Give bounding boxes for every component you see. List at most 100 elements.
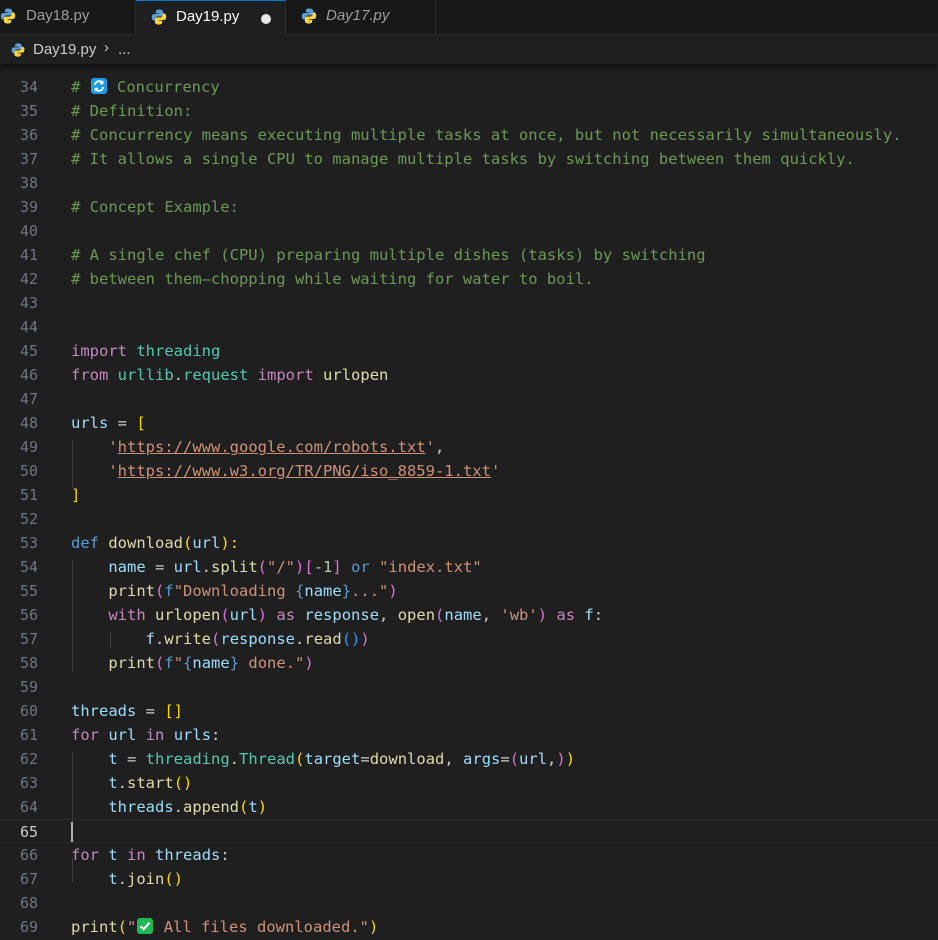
code-text: 'https://www.w3.org/TR/PNG/iso_8859-1.tx… (71, 459, 500, 483)
code-line[interactable]: 45 import threading (0, 339, 938, 363)
line-number: 62 (19, 750, 38, 768)
code-token: as (276, 606, 296, 624)
line-number: 68 (19, 894, 38, 912)
code-line[interactable]: 57 f.write(response.read()) (0, 627, 938, 651)
breadcrumb-more[interactable]: ... (118, 41, 131, 58)
code-line[interactable]: 36 # Concurrency means executing multiple… (0, 123, 938, 147)
code-token: . (201, 558, 211, 576)
code-token: write (164, 630, 212, 648)
code-line[interactable]: 56 with urlopen(url) as response, open(n… (0, 603, 938, 627)
code-token: f (584, 606, 594, 624)
code-line[interactable]: 64 threads.append(t) (0, 795, 938, 819)
code-token: join (127, 870, 165, 888)
code-token: . (229, 750, 240, 768)
code-token: # It allows a single CPU to manage multi… (71, 150, 855, 168)
code-token: # between them—chopping while waiting fo… (71, 270, 594, 288)
code-line[interactable]: 43 (0, 291, 938, 315)
tab-day18[interactable]: Day18.py (0, 0, 136, 35)
code-token: ) (257, 606, 268, 624)
code-line[interactable]: 68 (0, 891, 938, 915)
code-text: import threading (71, 339, 220, 363)
code-text: name = url.split("/")[-1] or "index.txt" (71, 555, 481, 579)
code-line[interactable]: 65 (0, 819, 938, 843)
python-icon (301, 8, 317, 24)
code-line[interactable]: 49 'https://www.google.com/robots.txt', (0, 435, 938, 459)
code-text: ] (71, 483, 80, 507)
code-line[interactable]: 50 'https://www.w3.org/TR/PNG/iso_8859-1… (0, 459, 938, 483)
code-line[interactable]: 35 # Definition: (0, 99, 938, 123)
code-line[interactable]: 66 for t in threads: (0, 843, 938, 867)
code-line[interactable]: 48 urls = [ (0, 411, 938, 435)
code-token: t (108, 846, 118, 864)
code-token: ) (388, 582, 398, 600)
line-number: 66 (19, 846, 38, 864)
unsaved-dot-icon[interactable] (261, 14, 271, 24)
code-token: . (155, 630, 165, 648)
tab-day19[interactable]: Day19.py (136, 0, 286, 36)
line-number: 39 (19, 198, 38, 216)
code-line[interactable]: 58 print(f"{name} done.") (0, 651, 938, 675)
line-number: 55 (19, 582, 38, 600)
code-line[interactable]: 38 (0, 171, 938, 195)
code-line[interactable]: 46 from urllib.request import urlopen (0, 363, 938, 387)
code-line[interactable]: 52 (0, 507, 938, 531)
tab-day17[interactable]: Day17.py (286, 0, 436, 35)
chevron-right-icon: › (104, 39, 109, 56)
code-token: ( (117, 918, 128, 936)
line-number: 43 (19, 294, 38, 312)
code-token: ( (239, 798, 249, 816)
code-line[interactable]: 60 threads = [] (0, 699, 938, 723)
code-token: ' (108, 462, 118, 480)
code-token: ( (211, 630, 221, 648)
code-token: import (257, 366, 314, 384)
code-token: ) (369, 918, 379, 936)
code-token: request (183, 366, 249, 384)
code-line[interactable]: 44 (0, 315, 938, 339)
code-line[interactable]: 47 (0, 387, 938, 411)
code-line[interactable]: 69 print(" All files downloaded.") (0, 915, 938, 939)
code-line[interactable]: 51] (0, 483, 938, 507)
tab-label: Day17.py (326, 7, 390, 24)
code-token: = (360, 750, 370, 768)
code-token: print (108, 582, 155, 600)
code-line[interactable]: 59 (0, 675, 938, 699)
line-number: 41 (19, 246, 38, 264)
code-line[interactable]: 39 # Concept Example: (0, 195, 938, 219)
line-number: 63 (19, 774, 38, 792)
code-line[interactable]: 42 # between them—chopping while waiting … (0, 267, 938, 291)
line-number: 44 (19, 318, 38, 336)
code-line[interactable]: 63 t.start() (0, 771, 938, 795)
code-line[interactable]: 41 # A single chef (CPU) preparing multip… (0, 243, 938, 267)
code-line[interactable]: 62 t = threading.Thread(target=download,… (0, 747, 938, 771)
code-line[interactable]: 54 name = url.split("/")[-1] or "index.t… (0, 555, 938, 579)
code-token: open (397, 606, 436, 624)
code-line[interactable]: 53 def download(url): (0, 531, 938, 555)
code-text: f.write(response.read()) (71, 627, 370, 651)
code-line[interactable]: 67 t.join() (0, 867, 938, 891)
code-line[interactable]: 40 (0, 219, 938, 243)
code-token: threading (136, 342, 221, 360)
breadcrumb-file[interactable]: Day19.py (33, 41, 96, 58)
code-token: ): (220, 534, 240, 552)
code-line[interactable]: 34 # Concurrency (0, 75, 938, 99)
code-token: ) (556, 750, 566, 768)
code-line[interactable]: 55 print(f"Downloading {name}...") (0, 579, 938, 603)
line-number: 58 (19, 654, 38, 672)
line-number: 49 (19, 438, 38, 456)
line-number: 48 (19, 414, 38, 432)
code-line[interactable]: 61 for url in urls: (0, 723, 938, 747)
code-line[interactable]: 37 # It allows a single CPU to manage mul… (0, 147, 938, 171)
code-token: , (379, 606, 398, 624)
code-token: . (117, 774, 128, 792)
tab-bar: Day18.py Day19.py Day17.py (0, 0, 938, 36)
code-token: , (434, 438, 445, 456)
code-editor[interactable]: 34 # Concurrency 35 # Definition: 36 # Concur… (0, 64, 938, 940)
code-token: All files downloaded." (154, 918, 369, 936)
code-token: { (295, 582, 305, 600)
line-number: 60 (19, 702, 38, 720)
code-text: threads = [] (71, 699, 183, 723)
